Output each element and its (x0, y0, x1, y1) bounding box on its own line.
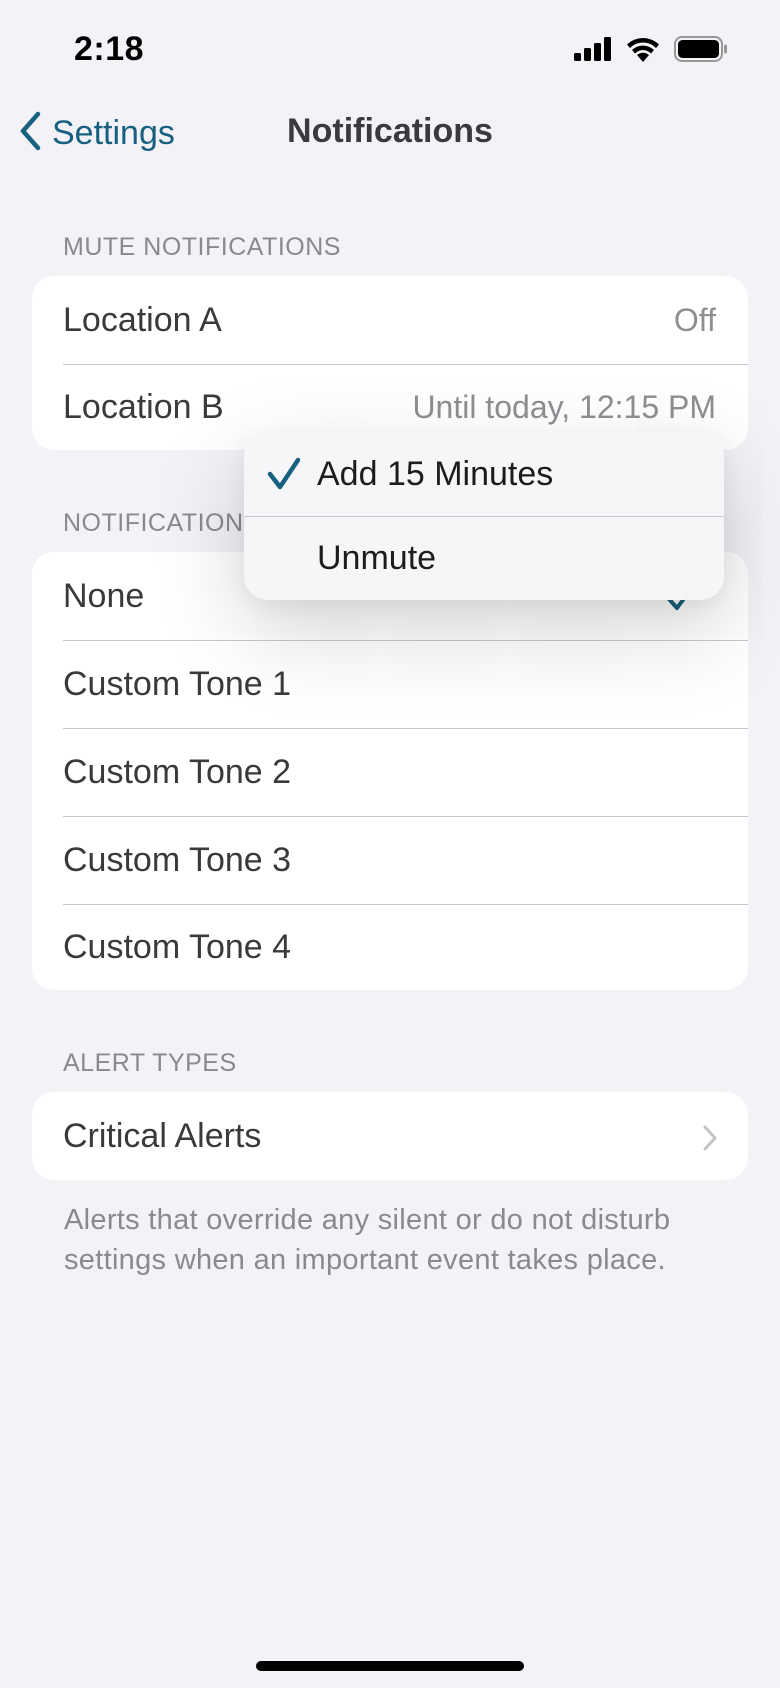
notification-tone-group: None Custom Tone 1 Custom Tone 2 Custom … (32, 552, 748, 990)
alert-types-group: Critical Alerts (32, 1092, 748, 1180)
mute-notifications-header: MUTE NOTIFICATIONS (63, 233, 341, 261)
alert-types-footer: Alerts that override any silent or do no… (64, 1204, 671, 1276)
menu-item-add-15-minutes[interactable]: Add 15 Minutes (244, 432, 724, 516)
mute-context-menu: Add 15 Minutes Unmute (244, 432, 724, 600)
row-value: Until today, 12:15 PM (412, 388, 716, 425)
row-label: Custom Tone 1 (63, 664, 292, 703)
status-bar: 2:18 (0, 0, 780, 100)
row-label: Critical Alerts (63, 1116, 262, 1155)
menu-item-label: Unmute (317, 538, 437, 577)
row-label: Custom Tone 2 (63, 752, 292, 791)
menu-item-label: Add 15 Minutes (317, 454, 554, 493)
cellular-signal-icon (574, 37, 612, 66)
menu-item-unmute[interactable]: Unmute (244, 516, 724, 600)
tone-row-custom-1[interactable]: Custom Tone 1 (32, 640, 748, 728)
row-label: Custom Tone 3 (63, 840, 292, 879)
navigation-bar: Notifications Settings (0, 100, 780, 166)
mute-notifications-group: Location A Off Location B Until today, 1… (32, 276, 748, 450)
checkmark-icon (266, 456, 302, 501)
home-indicator[interactable] (256, 1661, 524, 1671)
chevron-right-icon (702, 1122, 718, 1161)
alert-types-header: ALERT TYPES (63, 1049, 237, 1077)
tone-row-custom-2[interactable]: Custom Tone 2 (32, 728, 748, 816)
status-icons (574, 36, 728, 67)
wifi-icon (626, 36, 660, 67)
row-value: Off (673, 301, 716, 338)
row-label: Location B (63, 387, 224, 426)
notification-tone-header: NOTIFICATION (63, 509, 244, 537)
row-label: Location A (63, 300, 222, 339)
status-time: 2:18 (74, 30, 145, 68)
back-label: Settings (52, 113, 175, 152)
back-button[interactable]: Settings (18, 110, 175, 156)
tone-row-custom-4[interactable]: Custom Tone 4 (32, 904, 748, 990)
tone-row-custom-3[interactable]: Custom Tone 3 (32, 816, 748, 904)
mute-row-location-a[interactable]: Location A Off (32, 276, 748, 364)
row-label: Custom Tone 4 (63, 927, 292, 966)
battery-icon (674, 36, 728, 67)
chevron-left-icon (18, 111, 42, 156)
critical-alerts-row[interactable]: Critical Alerts (32, 1092, 748, 1180)
